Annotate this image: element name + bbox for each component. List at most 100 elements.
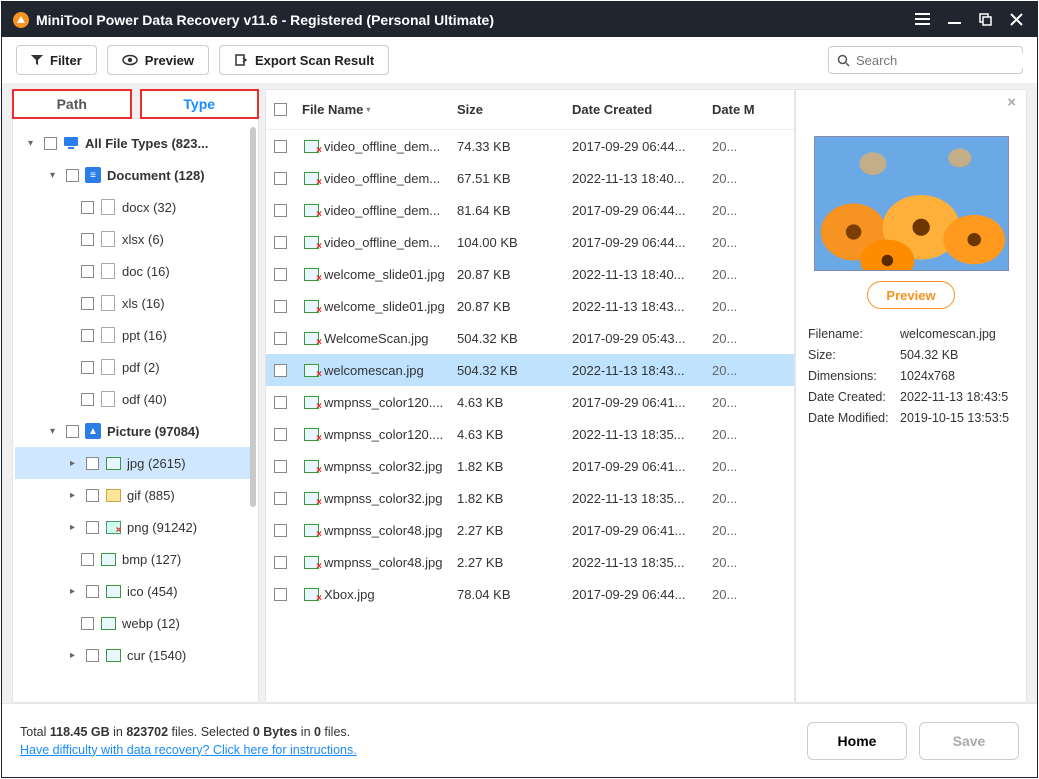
tree-scrollbar[interactable]	[250, 127, 256, 507]
info-panel: × Preview Filename:welcomescan.jpg Size:…	[795, 89, 1027, 703]
table-row[interactable]: welcome_slide01.jpg20.87 KB2022-11-13 18…	[266, 290, 794, 322]
tab-path[interactable]: Path	[12, 89, 132, 119]
tree-bmp[interactable]: bmp (127)	[15, 543, 254, 575]
checkbox[interactable]	[81, 553, 94, 566]
table-row[interactable]: video_offline_dem...104.00 KB2017-09-29 …	[266, 226, 794, 258]
checkbox[interactable]	[86, 489, 99, 502]
checkbox[interactable]	[81, 265, 94, 278]
tree-gif[interactable]: ▸gif (885)	[15, 479, 254, 511]
file-type-icon	[302, 492, 320, 505]
tree-pdf[interactable]: pdf (2)	[15, 351, 254, 383]
type-tree[interactable]: ▾ All File Types (823... ▾ ≡ Document (1…	[12, 118, 259, 703]
col-date-modified[interactable]: Date M	[712, 102, 762, 117]
preview-button[interactable]: Preview	[107, 45, 209, 75]
chevron-right-icon[interactable]: ▸	[65, 650, 80, 661]
row-checkbox[interactable]	[274, 588, 287, 601]
row-checkbox[interactable]	[274, 492, 287, 505]
table-row[interactable]: wmpnss_color32.jpg1.82 KB2017-09-29 06:4…	[266, 450, 794, 482]
row-checkbox[interactable]	[274, 460, 287, 473]
cell-date-modified: 20...	[712, 331, 762, 346]
chevron-down-icon[interactable]: ▾	[23, 138, 38, 149]
tab-type[interactable]: Type	[140, 89, 260, 119]
checkbox[interactable]	[44, 137, 57, 150]
checkbox[interactable]	[66, 169, 79, 182]
row-checkbox[interactable]	[274, 268, 287, 281]
close-icon[interactable]	[1010, 13, 1023, 26]
checkbox[interactable]	[81, 617, 94, 630]
row-checkbox[interactable]	[274, 556, 287, 569]
chevron-right-icon[interactable]: ▸	[65, 490, 80, 501]
tree-cur[interactable]: ▸cur (1540)	[15, 639, 254, 671]
row-checkbox[interactable]	[274, 428, 287, 441]
tree-ppt[interactable]: ppt (16)	[15, 319, 254, 351]
home-button[interactable]: Home	[807, 722, 907, 760]
table-row[interactable]: wmpnss_color120....4.63 KB2022-11-13 18:…	[266, 418, 794, 450]
row-checkbox[interactable]	[274, 204, 287, 217]
minimize-icon[interactable]	[948, 13, 961, 26]
col-filename[interactable]: File Name▾	[302, 102, 457, 117]
table-row[interactable]: video_offline_dem...74.33 KB2017-09-29 0…	[266, 130, 794, 162]
table-row[interactable]: video_offline_dem...67.51 KB2022-11-13 1…	[266, 162, 794, 194]
table-row[interactable]: Xbox.jpg78.04 KB2017-09-29 06:44...20...	[266, 578, 794, 610]
checkbox[interactable]	[86, 457, 99, 470]
checkbox[interactable]	[86, 649, 99, 662]
tree-png[interactable]: ▸png (91242)	[15, 511, 254, 543]
chevron-right-icon[interactable]: ▸	[65, 522, 80, 533]
tree-xlsx[interactable]: xlsx (6)	[15, 223, 254, 255]
row-checkbox[interactable]	[274, 332, 287, 345]
col-size[interactable]: Size	[457, 102, 572, 117]
chevron-down-icon[interactable]: ▾	[45, 170, 60, 181]
tree-odf[interactable]: odf (40)	[15, 383, 254, 415]
checkbox[interactable]	[81, 361, 94, 374]
checkbox[interactable]	[86, 585, 99, 598]
table-row[interactable]: video_offline_dem...81.64 KB2017-09-29 0…	[266, 194, 794, 226]
checkbox[interactable]	[81, 297, 94, 310]
checkbox[interactable]	[86, 521, 99, 534]
table-row[interactable]: welcome_slide01.jpg20.87 KB2022-11-13 18…	[266, 258, 794, 290]
table-row[interactable]: wmpnss_color120....4.63 KB2017-09-29 06:…	[266, 386, 794, 418]
open-preview-button[interactable]: Preview	[867, 281, 954, 309]
tree-docx[interactable]: docx (32)	[15, 191, 254, 223]
cell-filename: Xbox.jpg	[324, 587, 457, 602]
checkbox[interactable]	[66, 425, 79, 438]
checkbox[interactable]	[81, 329, 94, 342]
maximize-icon[interactable]	[979, 13, 992, 26]
search-input[interactable]	[856, 53, 1032, 68]
row-checkbox[interactable]	[274, 524, 287, 537]
row-checkbox[interactable]	[274, 300, 287, 313]
checkbox[interactable]	[81, 393, 94, 406]
tree-doc[interactable]: doc (16)	[15, 255, 254, 287]
tree-picture[interactable]: ▾ ▲ Picture (97084)	[15, 415, 254, 447]
chevron-right-icon[interactable]: ▸	[65, 458, 80, 469]
save-button[interactable]: Save	[919, 722, 1019, 760]
help-link[interactable]: Have difficulty with data recovery? Clic…	[20, 743, 357, 757]
close-panel-icon[interactable]: ×	[1007, 94, 1016, 111]
row-checkbox[interactable]	[274, 140, 287, 153]
tree-xls[interactable]: xls (16)	[15, 287, 254, 319]
checkbox[interactable]	[81, 201, 94, 214]
chevron-right-icon[interactable]: ▸	[65, 586, 80, 597]
tree-jpg[interactable]: ▸jpg (2615)	[15, 447, 254, 479]
row-checkbox[interactable]	[274, 364, 287, 377]
row-checkbox[interactable]	[274, 172, 287, 185]
table-row[interactable]: WelcomeScan.jpg504.32 KB2017-09-29 05:43…	[266, 322, 794, 354]
search-box[interactable]	[828, 46, 1023, 74]
table-row[interactable]: wmpnss_color32.jpg1.82 KB2022-11-13 18:3…	[266, 482, 794, 514]
row-checkbox[interactable]	[274, 236, 287, 249]
checkbox[interactable]	[81, 233, 94, 246]
tree-root-all[interactable]: ▾ All File Types (823...	[15, 127, 254, 159]
tree-webp[interactable]: webp (12)	[15, 607, 254, 639]
tree-ico[interactable]: ▸ico (454)	[15, 575, 254, 607]
export-button[interactable]: Export Scan Result	[219, 45, 389, 75]
filter-button[interactable]: Filter	[16, 45, 97, 75]
menu-icon[interactable]	[915, 13, 930, 26]
tree-document[interactable]: ▾ ≡ Document (128)	[15, 159, 254, 191]
table-row[interactable]: wmpnss_color48.jpg2.27 KB2022-11-13 18:3…	[266, 546, 794, 578]
select-all-checkbox[interactable]	[274, 103, 287, 116]
table-row[interactable]: wmpnss_color48.jpg2.27 KB2017-09-29 06:4…	[266, 514, 794, 546]
chevron-down-icon[interactable]: ▾	[45, 426, 60, 437]
cell-size: 2.27 KB	[457, 555, 572, 570]
col-date-created[interactable]: Date Created	[572, 102, 712, 117]
row-checkbox[interactable]	[274, 396, 287, 409]
table-row[interactable]: welcomescan.jpg504.32 KB2022-11-13 18:43…	[266, 354, 794, 386]
